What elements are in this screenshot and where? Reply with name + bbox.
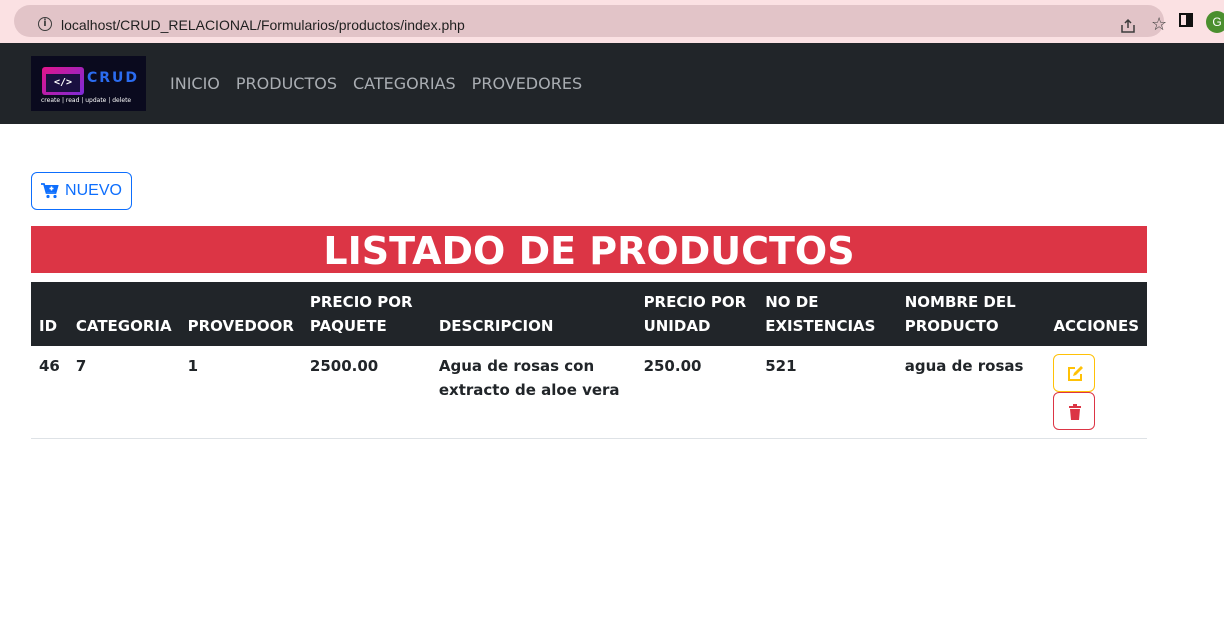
cell-nombre: agua de rosas [904,357,1024,375]
table-row: 46 7 1 2500.00 Agua de rosas con extract… [31,346,1147,439]
nav-link-productos[interactable]: PRODUCTOS [236,74,337,93]
profile-avatar[interactable]: G [1206,11,1224,33]
header-categoria: CATEGORIA [75,317,172,335]
header-existencias: NO DE EXISTENCIAS [765,293,876,335]
trash-icon [1069,404,1082,420]
cart-plus-icon [41,183,59,199]
logo-code-badge: </> [42,67,84,95]
cell-acciones [1045,346,1147,439]
crud-logo[interactable]: </> CRUD create | read | update | delete [31,56,146,111]
header-id: ID [39,317,58,335]
browser-toolbar: i localhost/CRUD_RELACIONAL/Formularios/… [0,0,1224,43]
bookmark-star-icon[interactable]: ☆ [1151,15,1167,35]
header-precio-paquete: PRECIO POR PAQUETE [309,293,413,335]
logo-title: CRUD [87,70,140,86]
nav-menu: INICIO PRODUCTOS CATEGORIAS PROVEDORES [170,74,582,93]
nav-link-provedores[interactable]: PROVEDORES [472,74,582,93]
new-button-label: NUEVO [65,182,122,199]
products-table: ID CATEGORIA PROVEDOOR PRECIO POR PAQUET… [31,282,1147,439]
new-product-button[interactable]: NUEVO [31,172,132,210]
page-title: LISTADO DE PRODUCTOS [31,226,1147,273]
table-header-row: ID CATEGORIA PROVEDOOR PRECIO POR PAQUET… [31,282,1147,346]
header-descripcion: DESCRIPCION [438,317,554,335]
logo-tagline: create | read | update | delete [41,97,132,104]
cell-descripcion: Agua de rosas con extracto de aloe vera [438,357,620,399]
share-icon[interactable] [1119,17,1137,35]
delete-button[interactable] [1053,392,1096,430]
cell-precio-unidad: 250.00 [643,357,702,375]
nav-link-inicio[interactable]: INICIO [170,74,220,93]
info-icon[interactable]: i [38,17,52,31]
nav-link-categorias[interactable]: CATEGORIAS [353,74,456,93]
url-text[interactable]: localhost/CRUD_RELACIONAL/Formularios/pr… [61,17,465,33]
side-panel-icon[interactable] [1179,13,1193,27]
address-bar[interactable]: i localhost/CRUD_RELACIONAL/Formularios/… [14,5,1167,37]
edit-icon [1068,366,1084,381]
edit-button[interactable] [1053,354,1096,392]
cell-precio-paquete: 2500.00 [309,357,379,375]
cell-provedor: 1 [187,357,199,375]
header-nombre: NOMBRE DEL PRODUCTO [904,293,1016,335]
header-provedor: PROVEDOOR [187,317,294,335]
cell-id: 46 [39,357,60,375]
cell-categoria: 7 [75,357,87,375]
header-precio-unidad: PRECIO POR UNIDAD [643,293,747,335]
top-navbar: </> CRUD create | read | update | delete… [0,43,1224,124]
logo-code-text: </> [46,74,80,92]
cell-existencias: 521 [765,357,797,375]
header-acciones: ACCIONES [1053,317,1139,335]
